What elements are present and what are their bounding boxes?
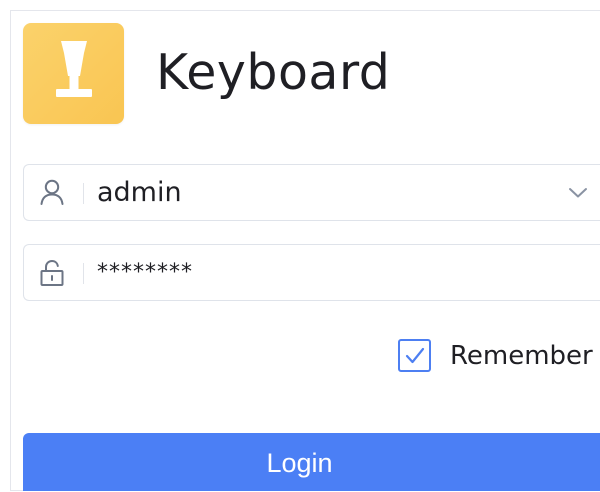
app-logo [23,23,124,124]
login-button[interactable]: Login [23,433,600,491]
chevron-down-icon[interactable] [567,183,589,203]
app-title: Keyboard [156,44,391,101]
user-icon [38,178,66,206]
remember-label: Remember [450,341,593,371]
field-separator [83,263,84,284]
remember-checkbox[interactable] [398,339,431,372]
keyboard-key-icon [56,41,92,97]
password-input[interactable]: ******** [97,245,193,300]
username-field[interactable]: admin [23,164,600,221]
unlock-icon [38,258,66,286]
username-input[interactable]: admin [97,165,182,220]
login-button-label: Login [266,448,333,478]
field-separator [83,183,84,204]
checkmark-icon [405,347,425,364]
password-field[interactable]: ******** [23,244,600,301]
